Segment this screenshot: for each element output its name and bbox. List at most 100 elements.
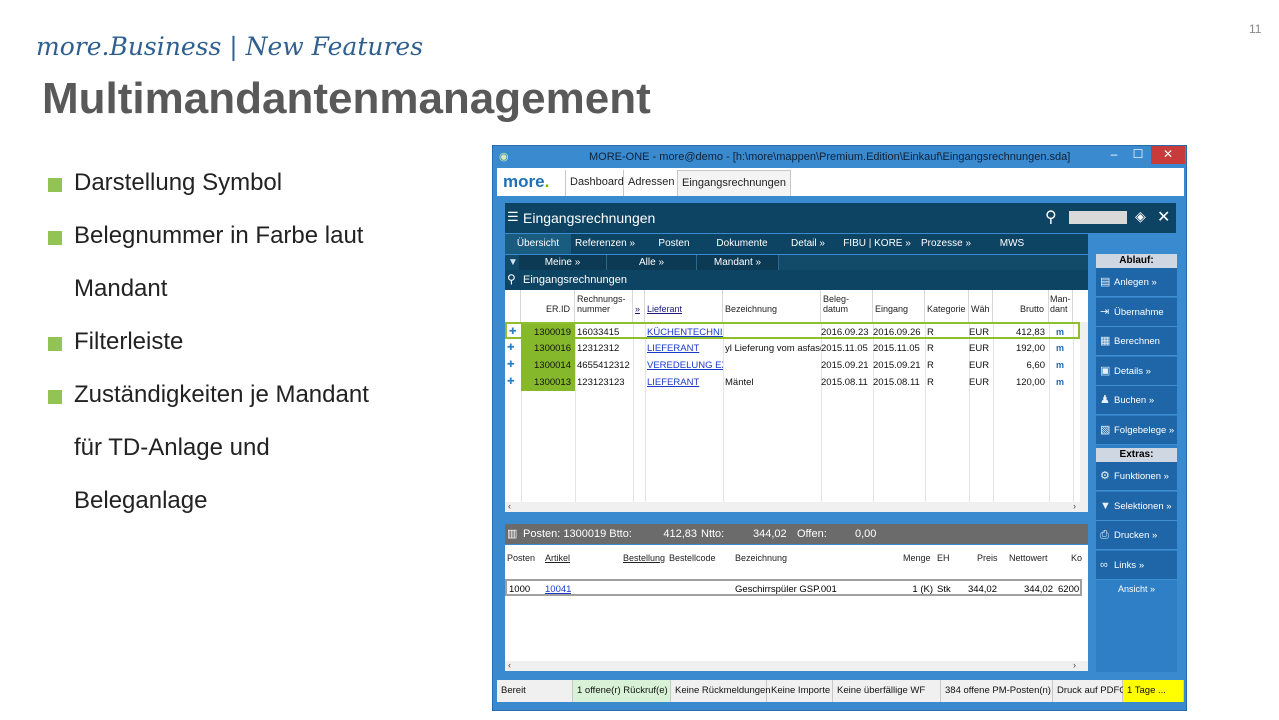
minimize-button[interactable]: ‒ <box>1103 146 1125 164</box>
status-pm-posten[interactable]: 384 offene PM-Posten(n) <box>941 680 1053 702</box>
cell-waehrung: EUR <box>969 360 990 371</box>
cell-artikel-link[interactable]: 10041 <box>545 584 571 595</box>
filter-meine[interactable]: Meine » <box>519 255 607 270</box>
tab-referenzen[interactable]: Referenzen » <box>571 234 639 254</box>
maximize-button[interactable]: ☐ <box>1127 146 1149 164</box>
col-menge[interactable]: Menge <box>903 553 931 563</box>
selektionen-button[interactable]: ▼ Selektionen » <box>1096 492 1177 521</box>
col-more[interactable]: » <box>633 290 645 322</box>
slide-number: 11 <box>1249 22 1262 36</box>
col-bezeichnung[interactable]: Bezeichnung <box>723 290 821 322</box>
cell-lieferant-link[interactable]: LIEFERANT <box>647 377 723 388</box>
tab-fibu-kore[interactable]: FIBU | KORE » <box>841 234 913 254</box>
table-row[interactable]: 1000 10041 Geschirrspüler GSP.001 1 (K) … <box>505 579 1082 596</box>
col-bezeichnung-2[interactable]: Bezeichnung <box>735 553 787 563</box>
cell-eingang: 2016.09.26 <box>873 327 921 338</box>
mandant-logo-icon: m <box>1056 377 1065 387</box>
layers-icon[interactable]: ◈ <box>1135 208 1146 225</box>
bullet-square-icon <box>48 337 62 351</box>
col-erid[interactable]: ER.ID <box>521 290 575 322</box>
status-druck[interactable]: Druck auf PDFC <box>1053 680 1126 702</box>
cell-brutto: 192,00 <box>1015 343 1045 354</box>
invoice-grid: ⚲ Eingangsrechnungen ER.ID Rechnungs- nu… <box>505 270 1088 512</box>
tab-adressen[interactable]: Adressen <box>623 170 678 196</box>
tab-mws[interactable]: MWS <box>979 234 1045 254</box>
search-input[interactable] <box>1069 211 1127 224</box>
anlegen-button[interactable]: ▤ Anlegen » <box>1096 268 1177 297</box>
mandant-logo-icon: m <box>1056 343 1065 353</box>
status-rueckmeldungen[interactable]: Keine Rückmeldungen <box>671 680 771 702</box>
links-button[interactable]: ∞ Links » <box>1096 551 1177 580</box>
tab-dokumente[interactable]: Dokumente <box>709 234 775 254</box>
status-wf[interactable]: Keine überfällige WF <box>833 680 941 702</box>
drucken-button[interactable]: ⎙ Drucken » <box>1096 521 1177 550</box>
tab-posten[interactable]: Posten <box>639 234 709 254</box>
col-rechnungsnummer[interactable]: Rechnungs- nummer <box>575 290 633 322</box>
search-icon[interactable]: ⚲ <box>1045 207 1057 227</box>
tab-eingangsrechnungen[interactable]: Eingangsrechnungen <box>677 170 791 196</box>
menu-icon[interactable]: ☰ <box>507 209 519 225</box>
col-bestellcode[interactable]: Bestellcode <box>669 553 716 563</box>
col-preis[interactable]: Preis <box>977 553 998 563</box>
col-lieferant[interactable]: Lieferant <box>645 290 723 322</box>
folgebelege-button[interactable]: ▧ Folgebelege » <box>1096 416 1177 445</box>
horizontal-scrollbar[interactable]: ‹ › <box>505 501 1088 512</box>
scroll-left-icon[interactable]: ‹ <box>508 660 511 670</box>
tab-dashboard[interactable]: Dashboard <box>565 170 628 196</box>
status-tage[interactable]: 1 Tage ... <box>1123 680 1184 702</box>
cell-lieferant-link[interactable]: VEREDELUNG EXT <box>647 360 723 371</box>
module-header: ☰ Eingangsrechnungen ⚲ ◈ ✕ <box>505 203 1176 233</box>
scroll-right-icon[interactable]: › <box>1073 660 1076 670</box>
cell-brutto: 6,60 <box>1026 360 1046 371</box>
col-kategorie[interactable]: Kategorie <box>925 290 969 322</box>
filter-icon[interactable]: ▼ <box>508 257 518 268</box>
col-ko[interactable]: Ko <box>1071 553 1082 563</box>
close-button[interactable]: ✕ <box>1151 146 1185 164</box>
col-waehrung[interactable]: Wäh <box>969 290 993 322</box>
col-posten[interactable]: Posten <box>507 553 535 563</box>
filter-alle[interactable]: Alle » <box>607 255 697 270</box>
window-titlebar[interactable]: ◉ MORE-ONE - more@demo - [h:\more\mappen… <box>493 146 1186 168</box>
berechnen-button[interactable]: ▦ Berechnen <box>1096 327 1177 356</box>
cell-nr: 12312312 <box>577 343 620 354</box>
col-artikel[interactable]: Artikel <box>545 553 570 563</box>
funktionen-button[interactable]: ⚙ Funktionen » <box>1096 462 1177 491</box>
table-row[interactable]: ✚ 1300019 16033415 KÜCHENTECHNIK 2016.09… <box>505 322 1080 341</box>
pin-icon[interactable]: ✚ <box>507 342 518 353</box>
cell-kat: R <box>927 377 934 388</box>
bullet-item: Zuständigkeiten je Mandant für TD-Anlage… <box>48 381 428 527</box>
cell-beleg: 2015.11.05 <box>821 343 868 354</box>
horizontal-scrollbar[interactable]: ‹ › <box>505 660 1088 671</box>
ansicht-link[interactable]: Ansicht » <box>1096 584 1177 594</box>
col-eh[interactable]: EH <box>937 553 950 563</box>
col-brutto[interactable]: Brutto <box>993 290 1049 322</box>
cell-bez: yl Lieferung vom asfasdf <box>725 343 821 354</box>
cell-lieferant-link[interactable]: KÜCHENTECHNIK <box>647 327 723 338</box>
tab-detail[interactable]: Detail » <box>775 234 841 254</box>
scroll-right-icon[interactable]: › <box>1073 501 1076 511</box>
cell-beleg: 2015.09.21 <box>821 360 869 371</box>
filter-mandant[interactable]: Mandant » <box>697 255 779 270</box>
tab-uebersicht[interactable]: Übersicht <box>505 234 571 254</box>
table-row[interactable]: ✚ 1300014 4655412312 VEREDELUNG EXT 2015… <box>505 357 1080 374</box>
col-bestellung[interactable]: Bestellung <box>623 553 665 563</box>
col-nettowert[interactable]: Nettowert <box>1009 553 1048 563</box>
uebernahme-button[interactable]: ⇥ Übernahme <box>1096 298 1177 327</box>
col-mandant[interactable]: Man- dant <box>1049 290 1073 322</box>
table-row[interactable]: ✚ 1300013 123123123 LIEFERANT Mäntel 201… <box>505 374 1080 391</box>
pin-icon[interactable]: ✚ <box>509 326 520 337</box>
cell-lieferant-link[interactable]: LIEFERANT <box>647 343 723 354</box>
pin-icon[interactable]: ✚ <box>507 376 518 387</box>
tab-prozesse[interactable]: Prozesse » <box>913 234 979 254</box>
table-row[interactable]: ✚ 1300016 12312312 LIEFERANT yl Lieferun… <box>505 340 1080 357</box>
col-belegdatum[interactable]: Beleg- datum <box>821 290 873 322</box>
status-importe[interactable]: Keine Importe <box>767 680 833 702</box>
buchen-button[interactable]: ♟ Buchen » <box>1096 386 1177 415</box>
details-button[interactable]: ▣ Details » <box>1096 357 1177 386</box>
vertical-scrollbar[interactable] <box>1080 322 1088 502</box>
scroll-left-icon[interactable]: ‹ <box>508 501 511 511</box>
pin-icon[interactable]: ✚ <box>507 359 518 370</box>
close-module-icon[interactable]: ✕ <box>1157 207 1170 227</box>
col-eingang[interactable]: Eingang <box>873 290 925 322</box>
status-rueckruf[interactable]: 1 offene(r) Rückruf(e) <box>573 680 671 702</box>
